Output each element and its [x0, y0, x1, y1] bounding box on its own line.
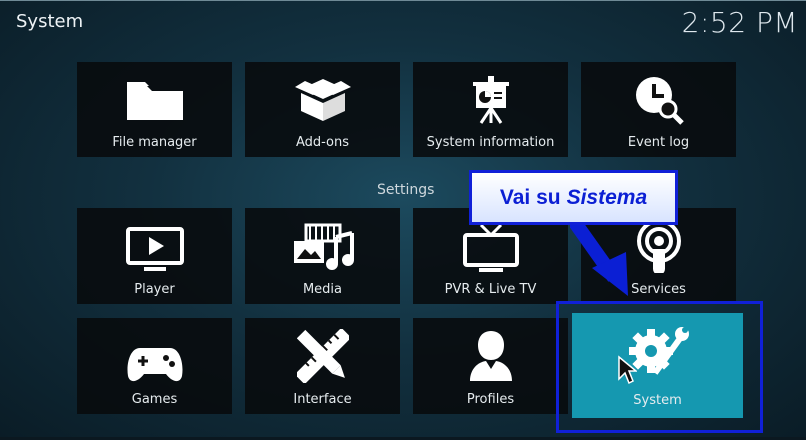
tile-label: Add-ons: [295, 135, 350, 150]
clock-search-icon: [634, 74, 684, 126]
pencil-ruler-icon: [296, 329, 349, 383]
tv-antenna-icon: [462, 222, 519, 274]
tile-event-log[interactable]: Event log: [581, 62, 736, 157]
tile-label: Event log: [627, 135, 690, 150]
tile-interface[interactable]: Interface: [245, 318, 400, 414]
gamepad-icon: [126, 338, 184, 390]
annotation-callout: Vai su Sistema: [469, 170, 678, 225]
tile-system-information[interactable]: System information: [413, 62, 568, 157]
tile-label: System information: [426, 135, 555, 150]
tile-profiles[interactable]: Profiles: [413, 318, 568, 414]
tile-label: Games: [131, 392, 178, 407]
tile-media[interactable]: Media: [245, 208, 400, 304]
tile-label: Player: [134, 282, 175, 297]
presentation-chart-icon: [471, 74, 511, 126]
tile-games[interactable]: Games: [77, 318, 232, 414]
user-icon: [466, 330, 516, 382]
media-library-icon: [292, 222, 354, 274]
tile-label: Interface: [293, 392, 352, 407]
top-border: [0, 0, 806, 1]
tile-add-ons[interactable]: Add-ons: [245, 62, 400, 157]
tile-label: PVR & Live TV: [444, 282, 537, 297]
broadcast-icon: [634, 219, 684, 273]
tile-label: Media: [302, 282, 343, 297]
callout-text: Vai su: [499, 185, 561, 209]
section-label-settings: Settings: [377, 182, 435, 198]
page-title: System: [16, 11, 84, 32]
tile-label: File manager: [112, 135, 197, 150]
tile-player[interactable]: Player: [77, 208, 232, 304]
callout-emphasis: Sistema: [566, 185, 648, 209]
annotation-arrow-icon: [570, 218, 628, 296]
tv-play-icon: [125, 224, 184, 276]
annotation-highlight-box: [556, 301, 763, 433]
open-box-icon: [294, 74, 351, 126]
tile-label: Profiles: [466, 392, 515, 407]
clock: 2:52 PM: [681, 6, 798, 39]
folder-icon: [125, 74, 185, 126]
tile-file-manager[interactable]: File manager: [77, 62, 232, 157]
